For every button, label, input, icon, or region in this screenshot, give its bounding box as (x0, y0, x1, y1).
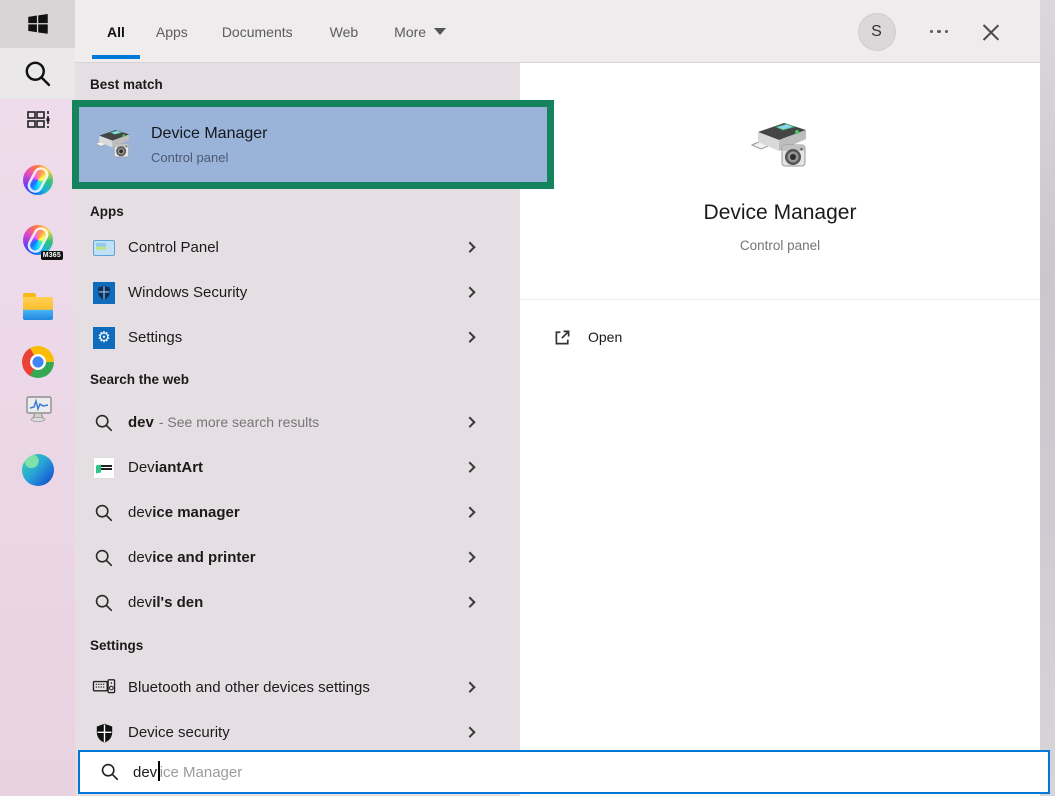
control-panel-icon (92, 236, 116, 260)
tab-all-label: All (107, 24, 125, 40)
tab-more-label: More (394, 24, 426, 40)
chevron-right-icon[interactable] (464, 416, 475, 427)
chevron-right-icon[interactable] (464, 726, 475, 737)
result-bluetooth-devices-settings[interactable]: Bluetooth and other devices settings (75, 665, 520, 710)
file-explorer-button[interactable] (0, 286, 75, 330)
file-explorer-icon (23, 297, 53, 320)
chrome-icon (22, 346, 54, 378)
bluetooth-devices-icon (92, 676, 116, 700)
desktop-edge (1040, 0, 1055, 796)
chevron-right-icon[interactable] (464, 331, 475, 342)
deviantart-icon (92, 456, 116, 480)
result-label: Device security (128, 724, 230, 741)
search-flyout-header: All Apps Documents Web More S (75, 0, 1040, 63)
windows-security-icon (92, 281, 116, 305)
open-action[interactable]: Open (520, 326, 1040, 348)
task-manager-button[interactable] (0, 386, 75, 430)
task-view-icon (24, 106, 52, 134)
copilot-icon (23, 165, 53, 195)
tab-documents[interactable]: Documents (222, 24, 293, 40)
task-view-button[interactable] (0, 98, 75, 142)
web-result-device-manager[interactable]: device manager (75, 490, 520, 535)
search-icon (92, 411, 116, 435)
chevron-right-icon[interactable] (464, 461, 475, 472)
best-match-header: Best match (90, 77, 520, 95)
user-avatar[interactable]: S (858, 13, 896, 51)
open-external-icon (553, 328, 572, 347)
result-device-security[interactable]: Device security (75, 710, 520, 755)
result-label: Windows Security (128, 284, 247, 301)
task-manager-icon (22, 393, 54, 423)
web-result-dev[interactable]: dev- See more search results (75, 400, 520, 445)
search-icon (92, 501, 116, 525)
device-manager-icon-large (747, 115, 813, 175)
best-match-title: Device Manager (151, 125, 268, 143)
result-settings[interactable]: ⚙ Settings (75, 315, 520, 360)
result-label: Bluetooth and other devices settings (128, 679, 370, 696)
best-match-subtitle: Control panel (151, 150, 268, 165)
tab-more[interactable]: More (394, 24, 446, 40)
web-section-header: Search the web (90, 372, 520, 390)
result-label: Settings (128, 329, 182, 346)
settings-section-header: Settings (90, 638, 520, 656)
autocomplete-suggestion: ice Manager (160, 764, 243, 781)
tab-all[interactable]: All (107, 24, 125, 40)
web-result-devils-den[interactable]: devil's den (75, 580, 520, 625)
copilot-button[interactable] (0, 158, 75, 202)
search-input[interactable]: device Manager (78, 750, 1050, 794)
device-security-shield-icon (92, 721, 116, 745)
active-tab-underline (92, 55, 140, 59)
best-match-result-device-manager[interactable]: Device Manager Control panel (72, 100, 554, 189)
search-icon (100, 762, 120, 782)
chevron-right-icon[interactable] (464, 681, 475, 692)
preview-panel: Device Manager Control panel Open (520, 63, 1040, 796)
search-icon (92, 546, 116, 570)
edge-icon (22, 454, 54, 486)
result-label: Control Panel (128, 239, 219, 256)
chevron-right-icon[interactable] (464, 506, 475, 517)
chevron-right-icon[interactable] (464, 596, 475, 607)
preview-title: Device Manager (520, 201, 1040, 225)
web-result-deviantart[interactable]: DeviantArt (75, 445, 520, 490)
tab-web[interactable]: Web (330, 24, 359, 40)
chevron-right-icon[interactable] (464, 241, 475, 252)
apps-section-header: Apps (90, 204, 520, 222)
device-manager-icon (93, 125, 133, 165)
taskbar-search-button[interactable] (0, 48, 75, 99)
search-icon (23, 59, 53, 89)
more-options-button[interactable] (930, 30, 949, 34)
settings-gear-icon: ⚙ (92, 326, 116, 350)
start-button[interactable] (0, 0, 75, 48)
result-windows-security[interactable]: Windows Security (75, 270, 520, 315)
search-icon (92, 591, 116, 615)
m365-copilot-button[interactable]: M365 (0, 218, 75, 262)
close-icon[interactable] (982, 23, 1000, 41)
taskbar: M365 (0, 0, 75, 796)
chevron-down-icon (434, 28, 446, 35)
edge-button[interactable] (0, 448, 75, 492)
chrome-button[interactable] (0, 340, 75, 384)
filter-tabs: All Apps Documents Web More (107, 0, 446, 63)
result-control-panel[interactable]: Control Panel (75, 225, 520, 270)
m365-badge: M365 (41, 251, 63, 260)
typed-query: dev (133, 764, 157, 781)
web-result-device-and-printer[interactable]: device and printer (75, 535, 520, 580)
chevron-right-icon[interactable] (464, 286, 475, 297)
preview-subtitle: Control panel (520, 238, 1040, 253)
tab-apps[interactable]: Apps (156, 24, 188, 40)
windows-logo-icon (25, 11, 51, 37)
chevron-right-icon[interactable] (464, 551, 475, 562)
open-label: Open (588, 329, 622, 345)
preview-divider (520, 299, 1040, 300)
